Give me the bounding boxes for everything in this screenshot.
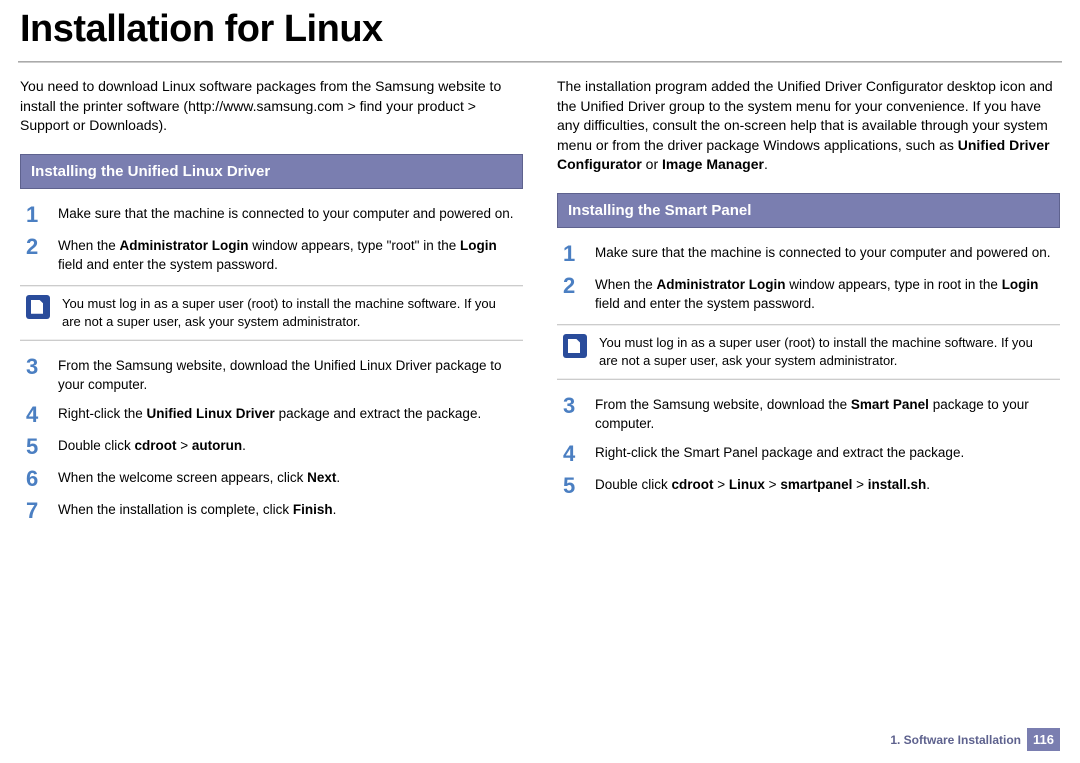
- step-2: 2 When the Administrator Login window ap…: [20, 235, 523, 275]
- step-1: 1 Make sure that the machine is connecte…: [557, 242, 1060, 266]
- title-divider: [18, 61, 1062, 63]
- step-number: 1: [557, 242, 595, 266]
- step-5: 5 Double click cdroot > autorun.: [20, 435, 523, 459]
- intro-text-right: The installation program added the Unifi…: [557, 77, 1060, 175]
- step-5: 5 Double click cdroot > Linux > smartpan…: [557, 474, 1060, 498]
- page-title: Installation for Linux: [0, 0, 1080, 61]
- step-text: From the Samsung website, download the U…: [58, 355, 523, 395]
- step-text: When the welcome screen appears, click N…: [58, 467, 340, 488]
- step-number: 2: [20, 235, 58, 259]
- step-number: 4: [20, 403, 58, 427]
- step-number: 5: [557, 474, 595, 498]
- step-text: Make sure that the machine is connected …: [58, 203, 514, 224]
- step-number: 2: [557, 274, 595, 298]
- step-4: 4 Right-click the Unified Linux Driver p…: [20, 403, 523, 427]
- two-column-layout: You need to download Linux software pack…: [0, 77, 1080, 532]
- step-2: 2 When the Administrator Login window ap…: [557, 274, 1060, 314]
- step-text: When the Administrator Login window appe…: [58, 235, 523, 275]
- step-text: Make sure that the machine is connected …: [595, 242, 1051, 263]
- step-text: When the installation is complete, click…: [58, 499, 336, 520]
- step-3: 3 From the Samsung website, download the…: [20, 355, 523, 395]
- step-number: 6: [20, 467, 58, 491]
- footer-chapter: 1. Software Installation: [890, 733, 1021, 747]
- section-heading-smart-panel: Installing the Smart Panel: [557, 193, 1060, 228]
- step-7: 7 When the installation is complete, cli…: [20, 499, 523, 523]
- step-text: When the Administrator Login window appe…: [595, 274, 1060, 314]
- footer-page-number: 116: [1027, 728, 1060, 751]
- step-number: 3: [20, 355, 58, 379]
- note-box: You must log in as a super user (root) t…: [557, 324, 1060, 380]
- right-column: The installation program added the Unifi…: [557, 77, 1060, 532]
- note-text: You must log in as a super user (root) t…: [599, 334, 1054, 370]
- step-text: Double click cdroot > autorun.: [58, 435, 246, 456]
- note-box: You must log in as a super user (root) t…: [20, 285, 523, 341]
- step-text: Double click cdroot > Linux > smartpanel…: [595, 474, 930, 495]
- step-number: 1: [20, 203, 58, 227]
- step-6: 6 When the welcome screen appears, click…: [20, 467, 523, 491]
- step-number: 5: [20, 435, 58, 459]
- step-3: 3 From the Samsung website, download the…: [557, 394, 1060, 434]
- note-text: You must log in as a super user (root) t…: [62, 295, 517, 331]
- step-text: Right-click the Smart Panel package and …: [595, 442, 964, 463]
- step-text: Right-click the Unified Linux Driver pac…: [58, 403, 481, 424]
- step-number: 7: [20, 499, 58, 523]
- section-heading-unified-driver: Installing the Unified Linux Driver: [20, 154, 523, 189]
- step-number: 4: [557, 442, 595, 466]
- intro-text-left: You need to download Linux software pack…: [20, 77, 523, 136]
- step-1: 1 Make sure that the machine is connecte…: [20, 203, 523, 227]
- note-icon: [563, 334, 587, 358]
- left-column: You need to download Linux software pack…: [20, 77, 523, 532]
- step-number: 3: [557, 394, 595, 418]
- page-footer: 1. Software Installation 116: [890, 728, 1060, 751]
- step-text: From the Samsung website, download the S…: [595, 394, 1060, 434]
- note-icon: [26, 295, 50, 319]
- step-4: 4 Right-click the Smart Panel package an…: [557, 442, 1060, 466]
